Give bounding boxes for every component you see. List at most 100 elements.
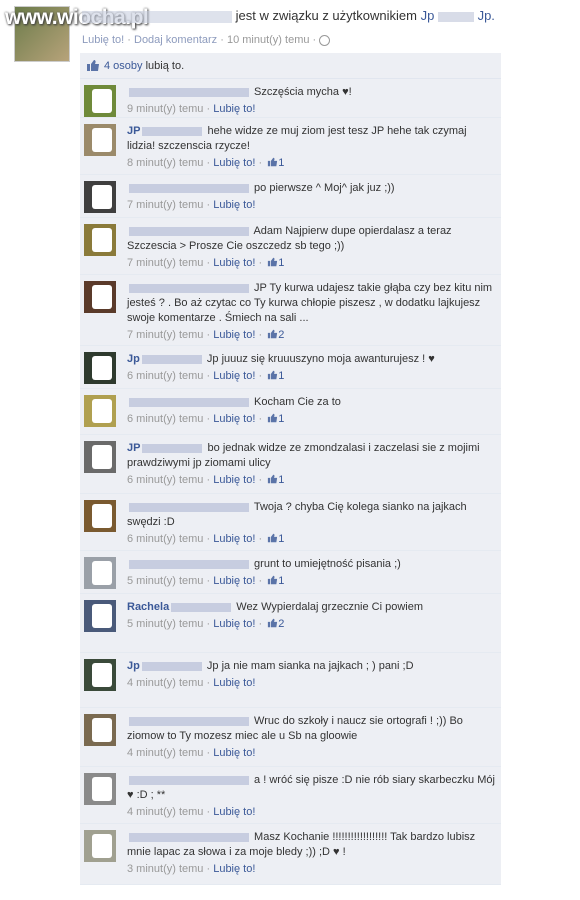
story-like-link[interactable]: Lubię to! bbox=[82, 34, 124, 46]
redacted-name bbox=[129, 87, 249, 97]
separator: · bbox=[255, 413, 266, 425]
comment-time: 7 minut(y) temu bbox=[127, 329, 204, 341]
commenter-avatar[interactable] bbox=[84, 395, 116, 427]
commenter-avatar[interactable] bbox=[84, 773, 116, 805]
comment-likes-count[interactable]: 1 bbox=[267, 532, 284, 547]
comment-like-link[interactable]: Lubię to! bbox=[213, 329, 255, 341]
commenter-avatar[interactable] bbox=[84, 224, 116, 256]
commenter-avatar[interactable] bbox=[84, 352, 116, 384]
comment-body: JP Ty kurwa udajesz takie głąba czy bez … bbox=[127, 281, 495, 343]
comment-likes-count[interactable]: 1 bbox=[267, 156, 284, 171]
comment-likes-count[interactable]: 1 bbox=[267, 256, 284, 271]
comment-likes-count[interactable]: 1 bbox=[267, 412, 284, 427]
comment-item: Kocham Cie za to 6 minut(y) temu · Lubię … bbox=[80, 389, 501, 435]
comment-like-link[interactable]: Lubię to! bbox=[213, 257, 255, 269]
comment-time: 7 minut(y) temu bbox=[127, 199, 204, 211]
comment-text-line: Szczęścia mycha ♥! bbox=[127, 85, 495, 100]
comment-item: JP hehe widze ze muj ziom jest tesz JP h… bbox=[80, 118, 501, 175]
comment-like-link[interactable]: Lubię to! bbox=[213, 618, 255, 630]
avatar-redaction bbox=[92, 777, 112, 801]
separator: · bbox=[220, 34, 224, 46]
comment-text-line: Adam Najpierw dupe opierdalasz a teraz S… bbox=[127, 224, 495, 254]
likes-number: 1 bbox=[278, 533, 285, 545]
separator: · bbox=[203, 747, 214, 759]
comment-like-link[interactable]: Lubię to! bbox=[213, 747, 255, 759]
avatar-redaction bbox=[92, 89, 112, 113]
avatar-redaction bbox=[92, 561, 112, 585]
comment-likes-count[interactable]: 2 bbox=[267, 617, 284, 632]
comment-text-line: Jp Jp juuuz się kruuuszyno moja awanturu… bbox=[127, 352, 495, 367]
comment-author[interactable]: Rachela bbox=[127, 601, 169, 613]
comment-text: Jp ja nie mam sianka na jajkach ; ) pani… bbox=[203, 660, 414, 672]
comment-like-link[interactable]: Lubię to! bbox=[213, 677, 255, 689]
comment-body: Wruc do szkoły i naucz sie ortografi ! ;… bbox=[127, 714, 495, 761]
comment-author[interactable]: Jp bbox=[127, 353, 140, 365]
add-comment-link[interactable]: Dodaj komentarz bbox=[134, 34, 217, 46]
comment-author[interactable]: JP bbox=[127, 125, 140, 137]
comment-likes-count[interactable]: 1 bbox=[267, 369, 284, 384]
comment-like-link[interactable]: Lubię to! bbox=[213, 199, 255, 211]
commenter-avatar[interactable] bbox=[84, 500, 116, 532]
comment-time: 6 minut(y) temu bbox=[127, 533, 204, 545]
avatar-redaction bbox=[92, 228, 112, 252]
comment-item: grunt to umiejętność pisania ;) 5 minut(y… bbox=[80, 551, 501, 594]
separator: · bbox=[203, 618, 214, 630]
comment-item: JP Ty kurwa udajesz takie głąba czy bez … bbox=[80, 275, 501, 346]
comment-likes-count[interactable]: 1 bbox=[267, 473, 284, 488]
likes-count-link[interactable]: 4 osoby bbox=[104, 60, 143, 72]
comment-body: Twoja ? chyba Cię kolega sianko na jajka… bbox=[127, 500, 495, 547]
commenter-avatar[interactable] bbox=[84, 659, 116, 691]
comment-text: grunt to umiejętność pisania ;) bbox=[251, 558, 401, 570]
commenter-avatar[interactable] bbox=[84, 181, 116, 213]
comment-body: Jp Jp ja nie mam sianka na jajkach ; ) p… bbox=[127, 659, 495, 691]
comment-likes-count[interactable]: 1 bbox=[267, 574, 284, 589]
comment-meta: 5 minut(y) temu · Lubię to! · 2 bbox=[127, 617, 495, 632]
commenter-avatar[interactable] bbox=[84, 714, 116, 746]
commenter-avatar[interactable] bbox=[84, 830, 116, 862]
comment-time: 4 minut(y) temu bbox=[127, 677, 204, 689]
comment-likes-count[interactable]: 2 bbox=[267, 328, 284, 343]
comment-author[interactable]: Jp bbox=[127, 660, 140, 672]
separator: · bbox=[255, 533, 266, 545]
comment-meta: 6 minut(y) temu · Lubię to! · 1 bbox=[127, 532, 495, 547]
commenter-avatar[interactable] bbox=[84, 281, 116, 313]
comment-like-link[interactable]: Lubię to! bbox=[213, 806, 255, 818]
comment-body: Szczęścia mycha ♥! 9 minut(y) temu · Lubi… bbox=[127, 85, 495, 117]
comment-time: 7 minut(y) temu bbox=[127, 257, 204, 269]
comment-like-link[interactable]: Lubię to! bbox=[213, 103, 255, 115]
comment-time: 5 minut(y) temu bbox=[127, 575, 204, 587]
story-header: www.wiocha.pl jest w związku z użytkowni… bbox=[0, 0, 580, 62]
comment-item: Masz Kochanie !!!!!!!!!!!!!!!!!! Tak bar… bbox=[80, 824, 501, 885]
comment-like-link[interactable]: Lubię to! bbox=[213, 370, 255, 382]
thumbs-up-icon bbox=[268, 413, 278, 423]
comment-body: Adam Najpierw dupe opierdalasz a teraz S… bbox=[127, 224, 495, 271]
comment-text-line: po pierwsze ^ Moj^ jak juz ;)) bbox=[127, 181, 495, 196]
comment-like-link[interactable]: Lubię to! bbox=[213, 533, 255, 545]
commenter-avatar[interactable] bbox=[84, 557, 116, 589]
comment-like-link[interactable]: Lubię to! bbox=[213, 157, 255, 169]
separator: · bbox=[203, 157, 214, 169]
commenter-avatar[interactable] bbox=[84, 124, 116, 156]
commenter-avatar[interactable] bbox=[84, 600, 116, 632]
redacted-name bbox=[141, 354, 202, 364]
comment-like-link[interactable]: Lubię to! bbox=[213, 413, 255, 425]
commenter-avatar[interactable] bbox=[84, 441, 116, 473]
comment-text-line: Kocham Cie za to bbox=[127, 395, 495, 410]
commenter-avatar[interactable] bbox=[84, 85, 116, 117]
likes-summary: 4 osoby lubią to. bbox=[80, 53, 501, 79]
partner-link-tail[interactable]: Jp. bbox=[478, 8, 495, 23]
comment-text-line: JP hehe widze ze muj ziom jest tesz JP h… bbox=[127, 124, 495, 154]
comment-like-link[interactable]: Lubię to! bbox=[213, 575, 255, 587]
comment-body: po pierwsze ^ Moj^ jak juz ;)) 7 minut(y)… bbox=[127, 181, 495, 213]
comment-author[interactable]: JP bbox=[127, 442, 140, 454]
comment-like-link[interactable]: Lubię to! bbox=[213, 863, 255, 875]
comment-meta: 8 minut(y) temu · Lubię to! · 1 bbox=[127, 156, 495, 171]
comment-text-line: Wruc do szkoły i naucz sie ortografi ! ;… bbox=[127, 714, 495, 744]
redacted-name bbox=[142, 443, 203, 453]
redacted-name bbox=[129, 832, 249, 842]
comment-item: po pierwsze ^ Moj^ jak juz ;)) 7 minut(y)… bbox=[80, 175, 501, 218]
comment-like-link[interactable]: Lubię to! bbox=[213, 474, 255, 486]
likes-number: 2 bbox=[278, 618, 285, 630]
avatar-redaction bbox=[92, 604, 112, 628]
partner-link[interactable]: Jp bbox=[421, 8, 435, 23]
